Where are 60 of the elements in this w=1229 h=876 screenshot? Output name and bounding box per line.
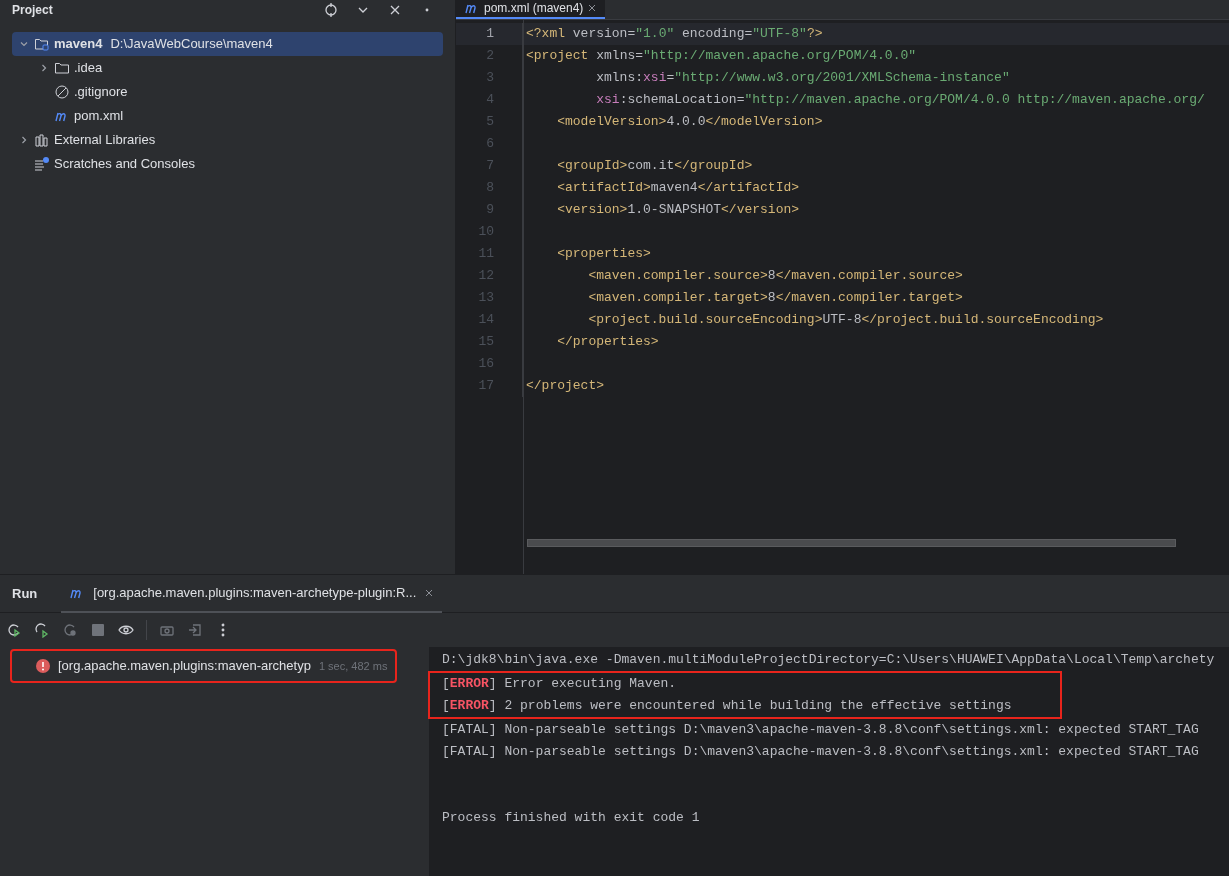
library-icon (34, 132, 50, 148)
run-tab[interactable]: [org.apache.maven.plugins:maven-archetype-plugin:R... (61, 574, 443, 613)
tree-label: pom.xml (74, 107, 124, 126)
collapse-icon[interactable] (19, 39, 29, 49)
tree-label: maven4 (54, 35, 103, 54)
code-line: <properties> (556, 245, 651, 264)
code-line: <?xml version="1.0" encoding="UTF-8"?> (526, 25, 823, 44)
tree-label: .idea (74, 59, 103, 78)
path-label: D:\JavaWebCourse\maven4 (110, 35, 273, 54)
code-line: <version>1.0-SNAPSHOT</version> (556, 201, 800, 220)
tree-row[interactable]: .gitignore (12, 80, 443, 104)
restart-icon[interactable] (62, 622, 78, 638)
horizontal-scrollbar[interactable] (527, 539, 1176, 547)
code-line: <project.build.sourceEncoding>UTF-8</project.build.sourceEncoding> (587, 311, 1104, 330)
folder-icon (54, 60, 70, 76)
code-line: <groupId>com.it</groupId> (556, 157, 753, 176)
code-line: <artifactId>maven4</artifactId> (556, 179, 800, 198)
close-icon[interactable] (424, 587, 435, 598)
console-line: Process finished with exit code 1 (442, 809, 700, 828)
tree-row[interactable]: pom.xml (12, 104, 443, 128)
panel-title[interactable]: Project (12, 2, 53, 18)
tree-label: .gitignore (74, 83, 128, 102)
rerun-icon[interactable] (6, 622, 22, 638)
tree-row[interactable]: Scratches and Consoles (12, 152, 443, 176)
tree-label: External Libraries (54, 131, 156, 150)
close-icon[interactable] (587, 3, 598, 13)
tree-row[interactable]: External Libraries (12, 128, 443, 152)
tree-row[interactable]: .idea (12, 56, 443, 80)
run-tree-item[interactable]: [org.apache.maven.plugins:maven-archetyp 1 sec, 482 ms (10, 649, 398, 683)
stop-icon[interactable] (90, 622, 106, 638)
code-line: xmlns:xsi="http://www.w3.org/2001/XMLSchema-instance" (595, 69, 1010, 88)
scratches-icon (34, 156, 50, 172)
run-label: [org.apache.maven.plugins:maven-archetyp (58, 657, 311, 676)
editor-tab[interactable]: pom.xml (maven4) (456, 0, 606, 19)
panel-title[interactable]: Run (12, 583, 38, 604)
code-line: <maven.compiler.target>8</maven.compiler.target> (587, 289, 963, 308)
console-line: [FATAL] Non-parseable settings D:\maven3\apache-maven-3.8.8\conf\settings.xml: expected START_TAG (442, 721, 1199, 740)
duration-label: 1 sec, 482 ms (318, 658, 388, 674)
tree-row[interactable]: maven4 D:\JavaWebCourse\maven4 (12, 32, 443, 56)
blocked-icon (54, 84, 70, 100)
console-line: [ERROR] Error executing Maven. (442, 675, 677, 694)
console-line: [ERROR] 2 problems were encountered while building the effective settings (442, 697, 1012, 716)
code-line: </properties> (556, 333, 659, 352)
code-line: <modelVersion>4.0.0</modelVersion> (556, 113, 823, 132)
code-line: <maven.compiler.source>8</maven.compiler.source> (587, 267, 963, 286)
tab-label: [org.apache.maven.plugins:maven-archetype-plugin:R... (93, 583, 417, 602)
expand-icon[interactable] (19, 135, 29, 145)
console-line: D:\jdk8\bin\java.exe -Dmaven.multiModuleProjectDirectory=C:\Users\HUAWEI\AppData\Local\Temp\archety (442, 651, 1215, 670)
rerun-failed-icon[interactable] (34, 622, 50, 638)
code-line: <project xmlns="http://maven.apache.org/POM/4.0.0" (526, 47, 917, 66)
console-line: [FATAL] Non-parseable settings D:\maven3\apache-maven-3.8.8\conf\settings.xml: expected START_TAG (442, 743, 1199, 762)
code-line: xsi:schemaLocation="http://maven.apache.org/POM/4.0.0 http://maven.apache.org/ (595, 91, 1205, 110)
folder-icon (34, 36, 50, 52)
tab-label: pom.xml (maven4) (484, 0, 584, 16)
crosshair-icon[interactable] (323, 2, 339, 18)
tree-label: Scratches and Consoles (54, 155, 195, 174)
code-line: </project> (526, 377, 604, 396)
expand-icon[interactable] (39, 63, 49, 73)
line-number: 1 (485, 25, 494, 44)
import-icon[interactable] (187, 622, 203, 638)
